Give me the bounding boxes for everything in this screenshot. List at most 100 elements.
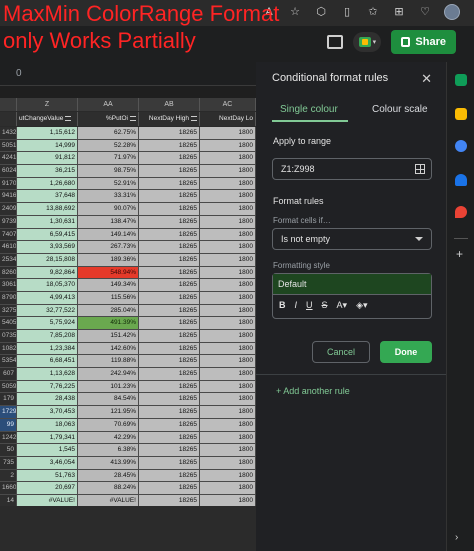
cell-ac[interactable]: 1800 xyxy=(200,304,256,318)
cell-ab[interactable]: 18265 xyxy=(139,431,200,445)
cell-aa[interactable]: 267.73% xyxy=(78,241,139,254)
cell-z[interactable]: 1,30,631 xyxy=(17,215,78,229)
cell-ac[interactable]: 1800 xyxy=(200,152,256,166)
cell-z[interactable]: 3,70,453 xyxy=(17,406,78,419)
cell-ac[interactable]: 1800 xyxy=(200,482,256,495)
done-button[interactable]: Done xyxy=(380,341,432,363)
cell-ac[interactable]: 1800 xyxy=(200,279,256,292)
contacts-icon[interactable] xyxy=(455,174,467,186)
cell-z[interactable]: 1,545 xyxy=(17,444,78,457)
filter-icon[interactable] xyxy=(130,115,136,121)
filter-icon[interactable] xyxy=(65,115,72,121)
cell-aa[interactable]: #VALUE! xyxy=(78,494,139,506)
column-header-aa[interactable]: AA xyxy=(78,98,139,111)
cell-ab[interactable]: 18265 xyxy=(139,165,200,178)
cell-z[interactable]: 3,46,054 xyxy=(17,456,78,470)
cell-aa[interactable]: 90.07% xyxy=(78,203,139,216)
row-number[interactable]: 735 xyxy=(0,456,17,470)
cell-aa[interactable]: 149.14% xyxy=(78,228,139,242)
cell-z[interactable]: 13,88,692 xyxy=(17,203,78,216)
cell-z[interactable]: 1,23,384 xyxy=(17,342,78,356)
cell-ac[interactable]: 1800 xyxy=(200,418,256,432)
cell-ab[interactable]: 18265 xyxy=(139,469,200,483)
cell-ac[interactable]: 1800 xyxy=(200,190,256,204)
cell-aa[interactable]: 88.24% xyxy=(78,482,139,495)
field-header-aa[interactable]: %PutOi xyxy=(78,112,139,126)
cell-ab[interactable]: 18265 xyxy=(139,355,200,369)
cell-ab[interactable]: 18265 xyxy=(139,279,200,292)
cell-aa[interactable]: 6.38% xyxy=(78,444,139,457)
cell-ab[interactable]: 18265 xyxy=(139,482,200,495)
row-number[interactable]: 99 xyxy=(0,418,17,432)
extensions-icon[interactable]: ⬡ xyxy=(314,5,328,19)
row-number[interactable]: 3275 xyxy=(0,304,17,318)
cell-ab[interactable]: 18265 xyxy=(139,177,200,191)
cell-aa[interactable]: 70.69% xyxy=(78,418,139,432)
cell-z[interactable]: 4,99,413 xyxy=(17,291,78,305)
cell-ac[interactable]: 1800 xyxy=(200,241,256,254)
comment-icon[interactable] xyxy=(327,35,344,49)
row-number[interactable]: 8260 xyxy=(0,266,17,280)
collections-icon[interactable]: ⊞ xyxy=(392,5,406,19)
row-number[interactable]: 9739 xyxy=(0,215,17,229)
cell-ab[interactable]: 18265 xyxy=(139,203,200,216)
cell-z[interactable]: 6,68,451 xyxy=(17,355,78,369)
condition-select[interactable]: Is not empty xyxy=(272,228,432,250)
cell-aa[interactable]: 101.23% xyxy=(78,380,139,394)
cell-z[interactable]: 6,59,415 xyxy=(17,228,78,242)
cell-aa[interactable]: 142.60% xyxy=(78,342,139,356)
cell-ab[interactable]: 18265 xyxy=(139,494,200,506)
row-number[interactable]: 4241 xyxy=(0,152,17,166)
cell-ac[interactable]: 1800 xyxy=(200,127,256,140)
row-number[interactable]: 50 xyxy=(0,444,17,457)
cell-ac[interactable]: 1800 xyxy=(200,317,256,330)
range-input[interactable]: Z1:Z998 xyxy=(272,158,432,180)
close-icon[interactable]: ✕ xyxy=(421,71,432,87)
maps-icon[interactable] xyxy=(455,206,467,218)
corner-cell[interactable] xyxy=(0,98,17,111)
collapse-rail-icon[interactable]: › xyxy=(455,532,458,543)
cell-z[interactable]: 7,85,208 xyxy=(17,330,78,343)
name-box[interactable]: 0 xyxy=(0,65,40,82)
cell-ac[interactable]: 1800 xyxy=(200,203,256,216)
row-number[interactable]: 1660 xyxy=(0,482,17,495)
column-header-z[interactable]: Z xyxy=(17,98,78,111)
cell-aa[interactable]: 52.28% xyxy=(78,139,139,153)
cell-aa[interactable]: 115.56% xyxy=(78,291,139,305)
profile-avatar[interactable] xyxy=(444,4,460,20)
row-number[interactable]: 1082 xyxy=(0,342,17,356)
bold-icon[interactable]: B xyxy=(279,300,286,311)
row-number[interactable]: 4610 xyxy=(0,241,17,254)
tab-colour-scale[interactable]: Colour scale xyxy=(372,104,428,115)
row-number[interactable]: 5051 xyxy=(0,139,17,153)
add-rule-button[interactable]: + Add another rule xyxy=(276,386,350,396)
cell-z[interactable]: 51,763 xyxy=(17,469,78,483)
cell-aa[interactable]: 285.04% xyxy=(78,304,139,318)
cell-z[interactable]: 7,76,225 xyxy=(17,380,78,394)
cell-ab[interactable]: 18265 xyxy=(139,406,200,419)
row-number[interactable]: 607 xyxy=(0,368,17,381)
cell-z[interactable]: 1,26,680 xyxy=(17,177,78,191)
row-number[interactable]: 5059 xyxy=(0,380,17,394)
field-header-z[interactable]: utChangeValue xyxy=(17,112,78,126)
cell-ab[interactable]: 18265 xyxy=(139,190,200,204)
row-number[interactable]: 14 xyxy=(0,494,17,506)
cell-ac[interactable]: 1800 xyxy=(200,177,256,191)
row-number[interactable]: 179 xyxy=(0,393,17,407)
tab-single-colour[interactable]: Single colour xyxy=(280,104,338,115)
cell-ab[interactable]: 18265 xyxy=(139,368,200,381)
favorites-icon[interactable]: ✩ xyxy=(366,5,380,19)
row-number[interactable]: 2 xyxy=(0,469,17,483)
cell-z[interactable]: 20,697 xyxy=(17,482,78,495)
cell-ac[interactable]: 1800 xyxy=(200,355,256,369)
filter-icon[interactable] xyxy=(191,115,197,121)
cell-z[interactable]: 36,215 xyxy=(17,165,78,178)
cell-z[interactable]: 3,93,569 xyxy=(17,241,78,254)
cell-ac[interactable]: 1800 xyxy=(200,228,256,242)
cell-aa[interactable]: 548.94% xyxy=(78,266,139,280)
cell-aa[interactable]: 242.94% xyxy=(78,368,139,381)
cell-ab[interactable]: 18265 xyxy=(139,152,200,166)
cell-ac[interactable]: 1800 xyxy=(200,291,256,305)
cancel-button[interactable]: Cancel xyxy=(312,341,370,363)
star-icon[interactable]: ☆ xyxy=(288,5,302,19)
